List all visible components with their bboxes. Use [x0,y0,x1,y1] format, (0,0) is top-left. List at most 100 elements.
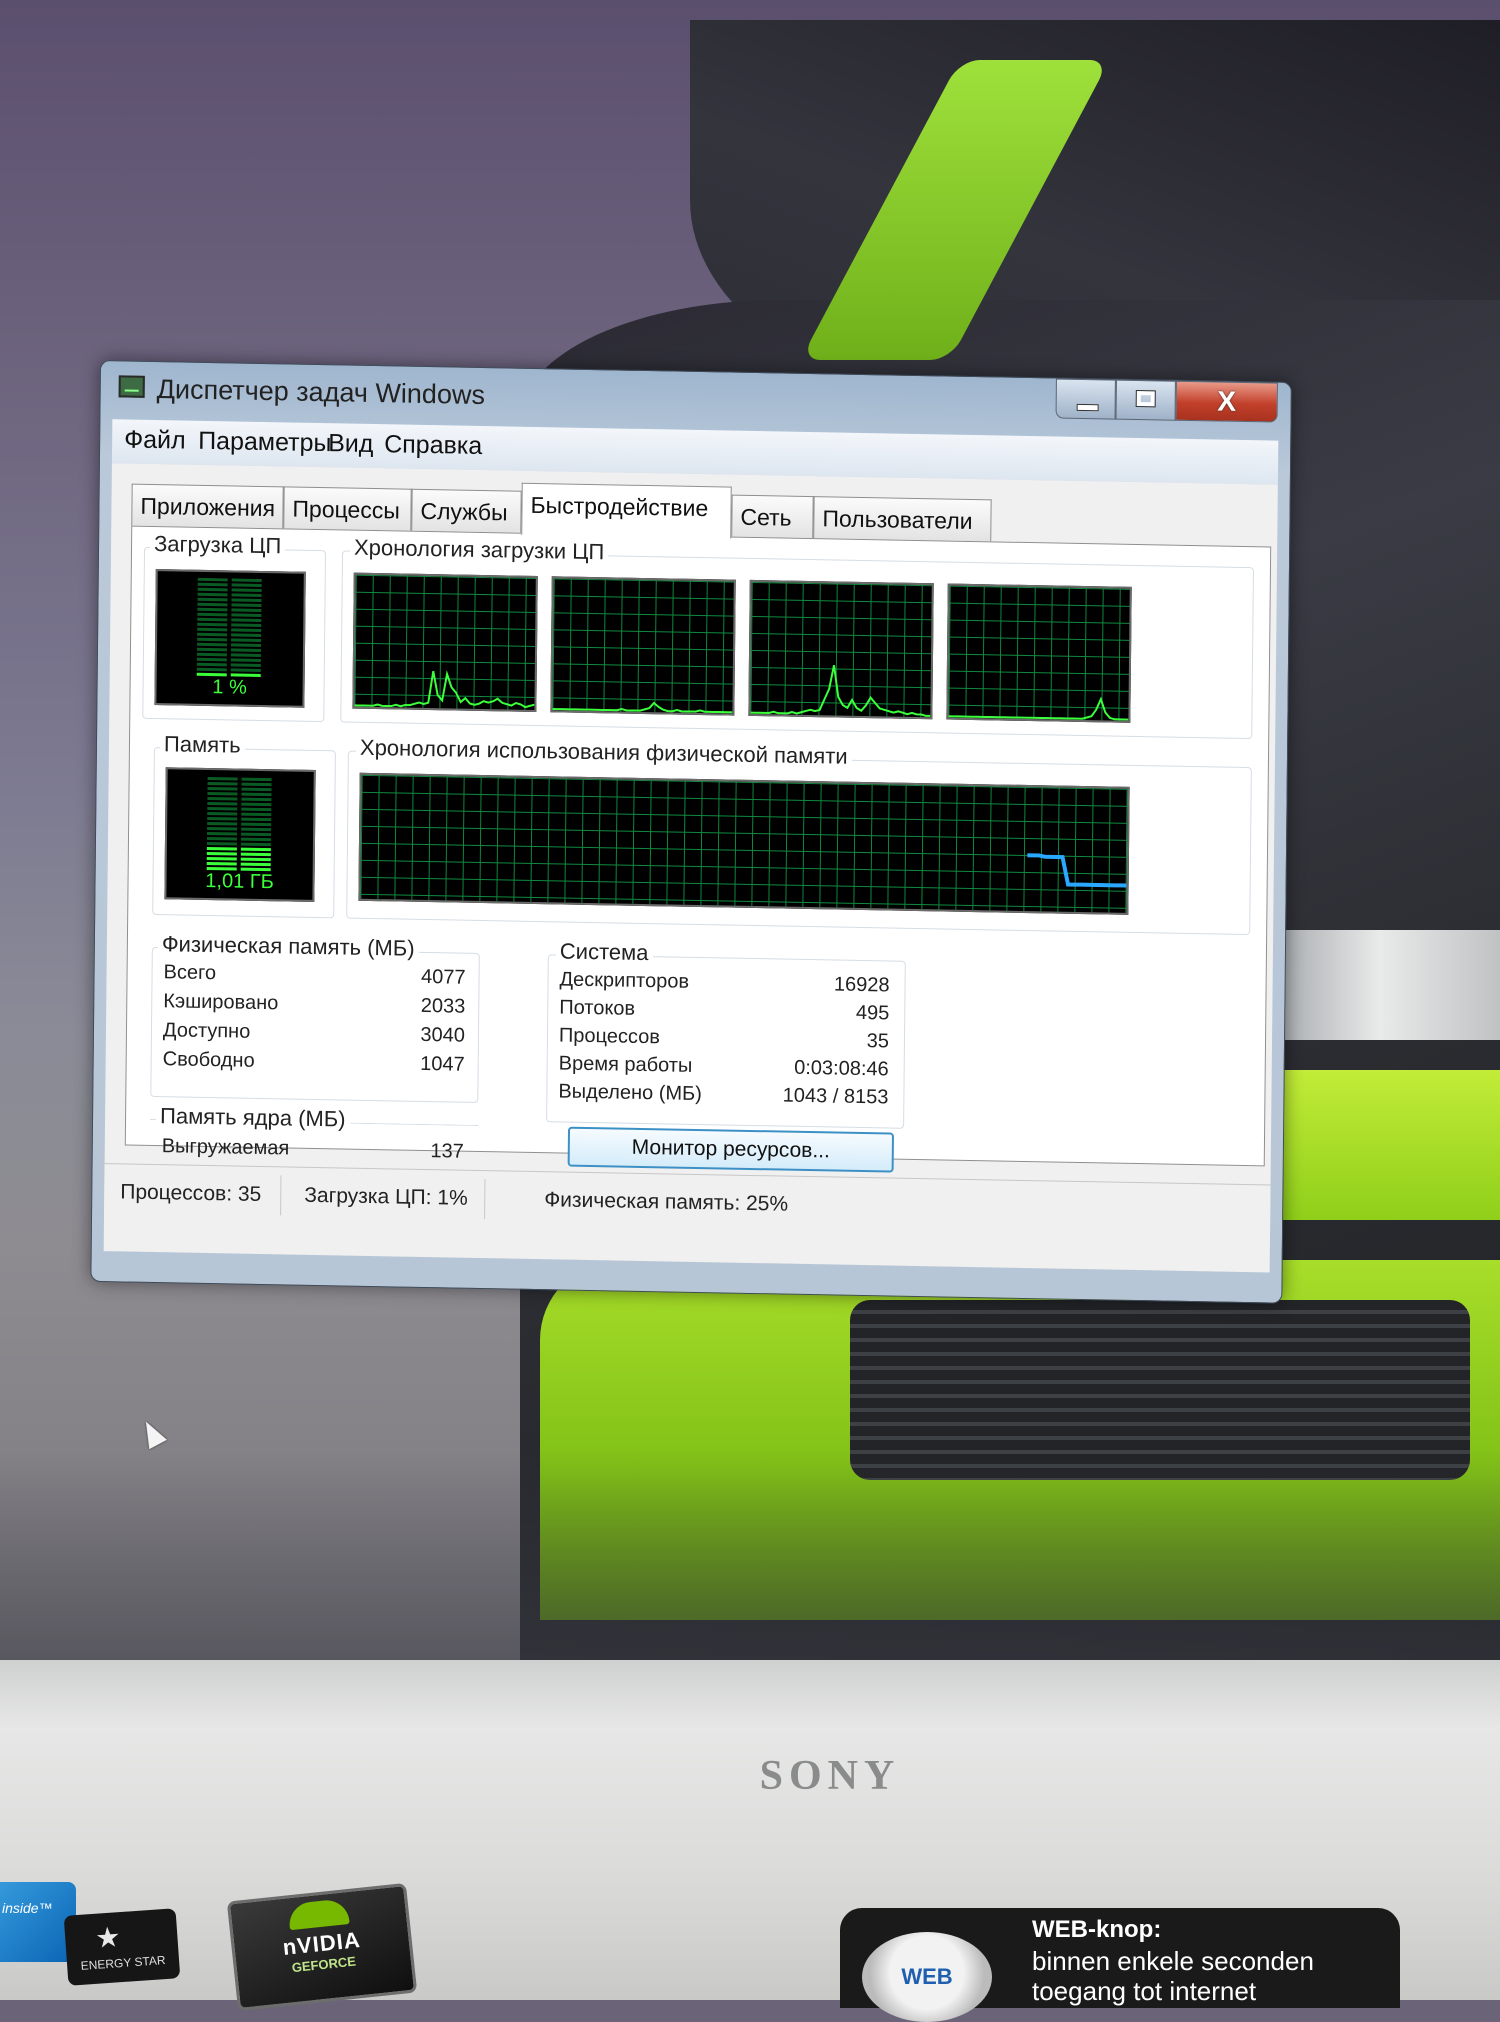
meter-segment [197,632,228,637]
nvidia-sticker: nVIDIA GEFORCE [226,1882,418,2012]
cpu-usage-label: Загрузка ЦП [149,530,286,560]
close-button[interactable]: X [1175,380,1278,423]
meter-segment [231,643,262,647]
stat-label: Доступно [162,1019,251,1043]
meter-segment [230,653,261,657]
meter-segment [207,801,238,806]
meter-segment [207,831,238,836]
tab-processes[interactable]: Процессы [283,486,412,531]
cpu-history-graph-core-3 [748,579,934,720]
stat-label: Потоков [559,996,636,1020]
mouse-cursor-icon [137,1416,167,1450]
web-button-icon: WEB [862,1932,992,2022]
memory-label: Память [159,731,245,759]
memory-meter: 1,01 ГБ [164,767,316,902]
tab-applications[interactable]: Приложения [131,483,284,529]
menu-help[interactable]: Справка [384,430,482,461]
stat-label: Всего [163,961,217,985]
meter-segment [197,577,228,582]
web-button-sticker: WEB WEB-knop: binnen enkele seconden toe… [840,1908,1400,2022]
meter-segment [196,652,227,657]
cpu-history-label: Хронология загрузки ЦП [349,534,609,566]
web-sticker-text: binnen enkele seconden toegang tot inter… [1032,1946,1314,2006]
stat-row-commit: Выделено (МБ) 1043 / 8153 [558,1080,888,1114]
minimize-button[interactable] [1055,378,1116,420]
cpu-history-graph-core-1 [352,572,538,713]
meter-segment [197,582,228,587]
desktop-wallpaper: Диспетчер задач Windows X Файл Параметры… [0,0,1500,1660]
cpu-history-line [750,665,931,717]
meter-segment [206,856,237,861]
stat-value: 2033 [420,994,466,1018]
meter-segment [197,612,228,617]
laptop-bezel: SONY inside™ ★ ENERGY STAR nVIDIA GEFORC… [0,1660,1500,2022]
meter-segment [197,617,228,622]
meter-segment [241,817,272,822]
meter-segment [207,806,238,811]
meter-segment [241,797,272,802]
maximize-button[interactable] [1115,379,1176,421]
meter-segment [207,791,238,796]
meter-segment [241,822,272,827]
meter-segment [241,807,272,812]
meter-segment [230,668,261,672]
meter-segment [196,657,227,662]
tab-networking[interactable]: Сеть [731,494,814,539]
meter-segment [241,827,272,832]
energy-star-icon: ★ [94,1921,122,1954]
meter-segment [207,821,238,826]
stat-row-total: Всего 4077 [163,961,465,995]
cpu-core-2-line [552,701,733,714]
intel-sticker-text: inside™ [2,1900,53,1916]
task-manager-app-icon [118,375,145,398]
stat-label: Процессов [558,1024,661,1049]
cpu-usage-value: 1 % [212,676,247,699]
meter-segment [231,628,262,632]
meter-segment [207,816,238,821]
energy-star-text: ENERGY STAR [80,1953,166,1973]
meter-segment [231,583,262,587]
meter-segment [241,802,272,807]
tab-users[interactable]: Пользователи [813,496,992,542]
memory-history-line [1027,853,1127,888]
tab-performance[interactable]: Быстродействие [521,482,732,539]
stat-label: Дескрипторов [559,968,690,993]
cpu-history-graph-core-4 [946,583,1132,723]
meter-segment [240,837,272,842]
meter-segment [207,786,238,791]
meter-segment [231,603,262,607]
meter-segment [241,812,272,817]
menu-view[interactable]: Вид [328,429,374,459]
meter-segment [197,642,228,647]
resource-monitor-button[interactable]: Монитор ресурсов... [567,1126,895,1173]
meter-segment [231,633,262,637]
meter-segment [241,792,272,797]
meter-segment [231,588,262,592]
stat-label: Время работы [558,1052,693,1077]
meter-segment [231,638,262,642]
meter-segment [206,846,237,851]
meter-segment [240,847,271,852]
memory-history-line [1027,853,1127,888]
maximize-icon [1135,389,1156,408]
meter-segment [230,663,261,667]
meter-segment [241,787,272,792]
stat-value: 1043 / 8153 [782,1084,889,1109]
meter-segment [231,593,262,597]
status-separator [280,1175,282,1216]
meter-segment [241,782,272,787]
stat-row-available: Доступно 3040 [163,1019,465,1053]
cpu-core-3-line [750,665,931,717]
meter-segment [207,796,238,801]
menu-file[interactable]: Файл [124,425,186,455]
stat-value: 16928 [833,973,890,997]
meter-segment [240,857,271,862]
stat-label: Выделено (МБ) [558,1080,702,1106]
cpu-history-line [948,696,1129,721]
cpu-usage-meter: 1 % [154,569,306,708]
meter-segment [197,587,228,592]
meter-segment [230,648,261,652]
menu-options[interactable]: Параметры [198,427,332,458]
tab-services[interactable]: Службы [411,488,522,533]
cpu-history-line [552,701,733,714]
